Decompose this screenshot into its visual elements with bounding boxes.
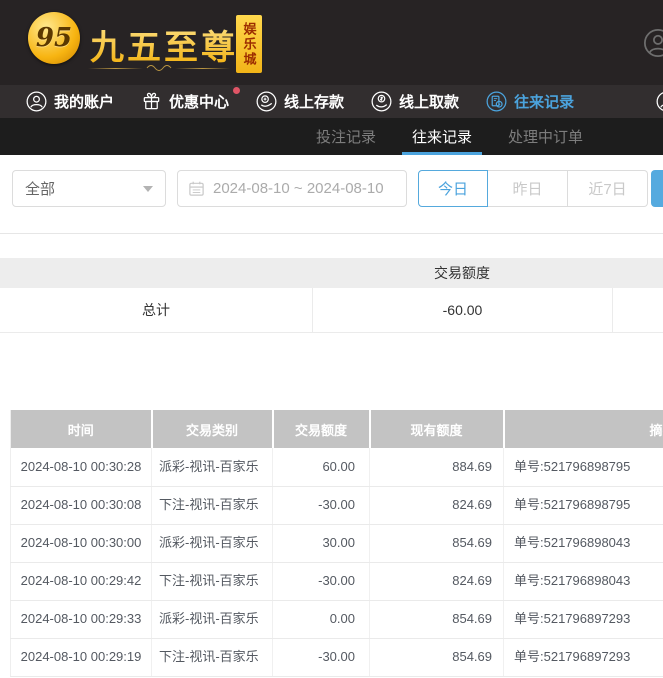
table-cell: 派彩-视讯-百家乐	[151, 600, 273, 639]
table-header-cell: 现有额度	[369, 410, 505, 448]
table-cell: 884.69	[369, 448, 504, 487]
brand-subtitle-badge: 娱乐城	[236, 15, 262, 73]
date-range-value: 2024-08-10 ~ 2024-08-10	[213, 180, 384, 197]
table-cell: 2024-08-10 00:30:08	[10, 486, 152, 525]
table-cell: 854.69	[369, 524, 504, 563]
table-header-cell: 时间	[10, 410, 153, 448]
summary-total-value: -60.00	[312, 288, 612, 332]
brand-title: 九五至尊	[90, 20, 238, 69]
summary-header-row: 交易额度	[0, 258, 663, 288]
table-header-cell: 摘要	[503, 410, 663, 448]
table-cell: 派彩-视讯-百家乐	[151, 448, 273, 487]
table-cell: -30.00	[272, 562, 370, 601]
brand-logo-icon[interactable]: 95	[28, 12, 80, 64]
search-button[interactable]	[651, 170, 663, 207]
nav-item-partial[interactable]	[656, 91, 663, 112]
summary-table: 交易额度 总计 -60.00	[0, 258, 663, 333]
account-icon[interactable]	[643, 28, 663, 58]
nav-item-withdraw[interactable]: 线上取款	[371, 91, 459, 112]
profile-icon	[656, 92, 663, 111]
table-cell: 单号:521796898795	[503, 486, 663, 525]
records-icon	[486, 91, 507, 112]
table-cell: -30.00	[272, 486, 370, 525]
quick-date-group: 今日 昨日 近7日	[418, 170, 648, 233]
notification-dot	[233, 87, 241, 94]
user-icon	[26, 91, 47, 112]
main-nav: 我的账户 优惠中心 线上存款 线上取款 往来记录	[0, 85, 663, 118]
table-cell: 2024-08-10 00:29:33	[10, 600, 152, 639]
table-row: 2024-08-10 00:30:00 派彩-视讯-百家乐 30.00 854.69 单…	[10, 524, 663, 563]
calendar-icon	[189, 181, 204, 196]
table-cell: -30.00	[272, 638, 370, 677]
nav-item-deposit[interactable]: 线上存款	[256, 91, 344, 112]
table-cell: 下注-视讯-百家乐	[151, 638, 273, 677]
table-cell: 2024-08-10 00:29:19	[10, 638, 152, 677]
records-table: 时间交易类别交易额度现有额度摘要 2024-08-10 00:30:28派彩-视…	[10, 410, 663, 677]
nav-item-transaction-records[interactable]: 往来记录	[486, 91, 574, 112]
table-cell: 单号:521796898043	[503, 562, 663, 601]
flourish-ornament-icon	[88, 63, 230, 73]
table-cell: 单号:521796898795	[503, 448, 663, 487]
table-cell: 854.69	[369, 600, 504, 639]
summary-total-label: 总计	[142, 302, 170, 318]
category-select[interactable]: 全部	[12, 170, 166, 207]
table-cell: 下注-视讯-百家乐	[151, 486, 273, 525]
table-cell: 单号:521796897293	[503, 638, 663, 677]
table-cell: 854.69	[369, 638, 504, 677]
table-cell: 2024-08-10 00:29:42	[10, 562, 152, 601]
summary-column-header: 交易额度	[434, 265, 490, 281]
summary-total-row: 总计 -60.00	[0, 288, 663, 333]
table-cell: 2024-08-10 00:30:28	[10, 448, 152, 487]
tab-bet-records[interactable]: 投注记录	[316, 118, 376, 155]
table-header-row: 时间交易类别交易额度现有额度摘要	[10, 410, 663, 448]
records-table-wrap: 时间交易类别交易额度现有额度摘要 2024-08-10 00:30:28派彩-视…	[10, 410, 663, 677]
table-row: 2024-08-10 00:30:08 下注-视讯-百家乐 -30.00 824.69…	[10, 486, 663, 525]
table-row: 2024-08-10 00:29:42 下注-视讯-百家乐 -30.00 824.69…	[10, 562, 663, 601]
quick-btn-last7days[interactable]: 近7日	[568, 170, 648, 207]
table-body: 2024-08-10 00:30:28 派彩-视讯-百家乐 60.00 884.69 单…	[10, 448, 663, 677]
quick-btn-today[interactable]: 今日	[418, 170, 488, 207]
table-cell: 下注-视讯-百家乐	[151, 562, 273, 601]
sub-nav: 投注记录 往来记录 处理中订单	[0, 118, 663, 155]
table-cell: 单号:521796897293	[503, 600, 663, 639]
category-selected-value: 全部	[25, 181, 56, 198]
quick-btn-yesterday[interactable]: 昨日	[488, 170, 568, 207]
table-cell: 824.69	[369, 486, 504, 525]
summary-empty-cell	[612, 288, 663, 332]
nav-item-promotions[interactable]: 优惠中心	[141, 87, 241, 112]
logo-monogram: 95	[35, 23, 73, 53]
table-header-cell: 交易额度	[272, 410, 371, 448]
table-row: 2024-08-10 00:30:28 派彩-视讯-百家乐 60.00 884.69 单…	[10, 448, 663, 487]
caret-down-icon	[143, 185, 153, 192]
tab-pending-orders[interactable]: 处理中订单	[508, 118, 583, 155]
deposit-icon	[256, 91, 277, 112]
tab-transaction-records[interactable]: 往来记录	[401, 118, 483, 155]
table-row: 2024-08-10 00:29:19 下注-视讯-百家乐 -30.00 854.69…	[10, 638, 663, 677]
withdraw-icon	[371, 91, 392, 112]
date-range-input[interactable]: 2024-08-10 ~ 2024-08-10	[177, 170, 407, 207]
table-cell: 单号:521796898043	[503, 524, 663, 563]
table-cell: 派彩-视讯-百家乐	[151, 524, 273, 563]
table-cell: 30.00	[272, 524, 370, 563]
table-cell: 824.69	[369, 562, 504, 601]
table-row: 2024-08-10 00:29:33 派彩-视讯-百家乐 0.00 854.69 单号…	[10, 600, 663, 639]
table-cell: 2024-08-10 00:30:00	[10, 524, 152, 563]
brand-header: 95 九五至尊 娱乐城	[0, 0, 663, 85]
nav-item-my-account[interactable]: 我的账户	[26, 91, 114, 112]
table-cell: 0.00	[272, 600, 370, 639]
table-header-cell: 交易类别	[151, 410, 274, 448]
filter-bar: 全部 2024-08-10 ~ 2024-08-10 今日 昨日 近7日	[0, 155, 663, 234]
gift-icon	[143, 92, 160, 110]
page: 95 九五至尊 娱乐城 我的账户 优惠中心 线上存款 线上取款 往来记录 投注记…	[0, 0, 663, 678]
table-cell: 60.00	[272, 448, 370, 487]
